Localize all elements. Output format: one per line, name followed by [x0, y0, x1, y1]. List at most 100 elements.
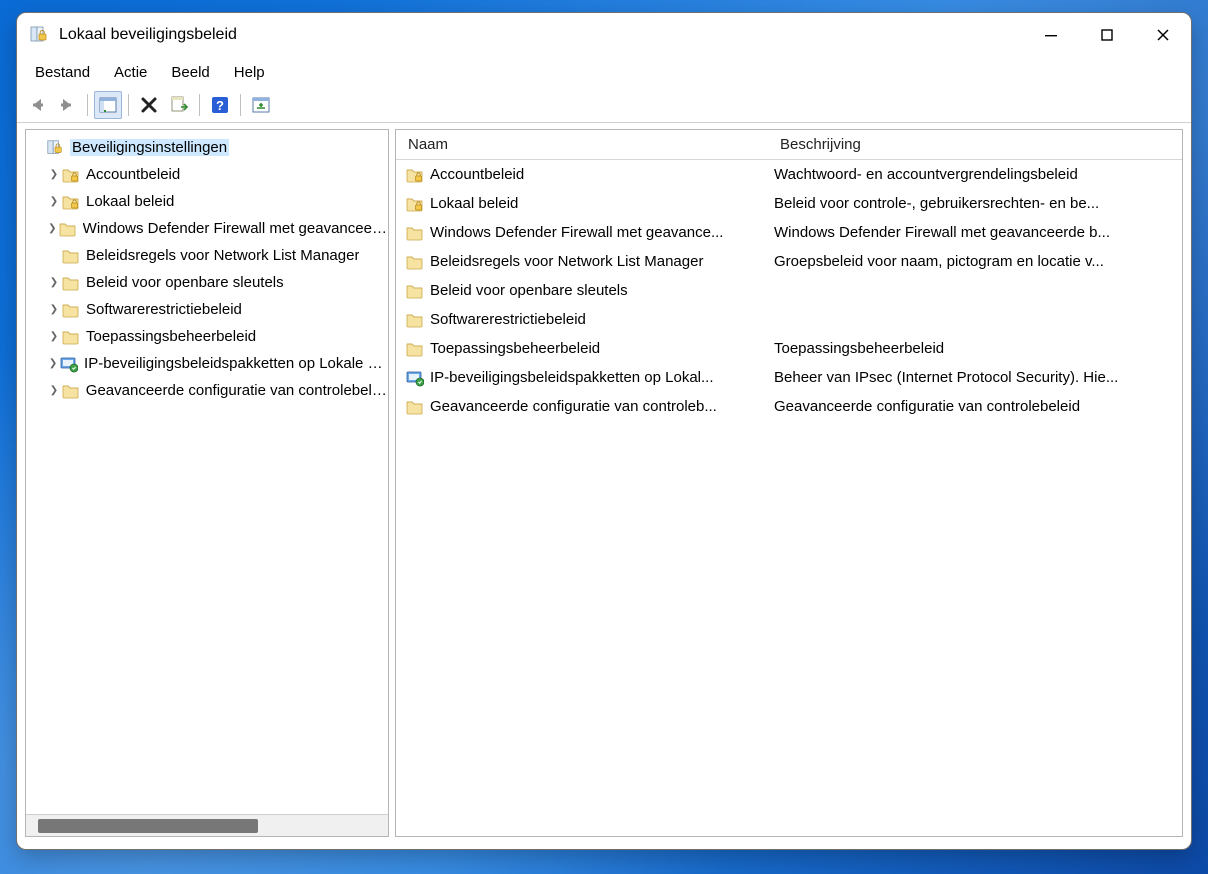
titlebar[interactable]: Lokaal beveiligingsbeleid	[17, 13, 1191, 57]
list-row-name: Beleid voor openbare sleutels	[430, 282, 774, 299]
scrollbar-thumb[interactable]	[38, 819, 258, 833]
show-hide-tree-button[interactable]	[94, 91, 122, 119]
export-list-button[interactable]	[165, 91, 193, 119]
window-title: Lokaal beveiligingsbeleid	[59, 26, 1023, 44]
list-row-name: Softwarerestrictiebeleid	[430, 311, 774, 328]
list-pane: Naam Beschrijving AccountbeleidWachtwoor…	[395, 129, 1183, 837]
expand-icon[interactable]: ❯	[46, 304, 62, 315]
list-row-description: Groepsbeleid voor naam, pictogram en loc…	[774, 253, 1182, 270]
list-row-description: Toepassingsbeheerbeleid	[774, 340, 1182, 357]
list-row[interactable]: Beleidsregels voor Network List ManagerG…	[396, 247, 1182, 276]
properties-button[interactable]	[247, 91, 275, 119]
folder-lock-icon	[406, 195, 424, 213]
list-row[interactable]: IP-beveiligingsbeleidspakketten op Lokal…	[396, 363, 1182, 392]
folder-lock-icon	[62, 166, 80, 184]
list-row-description: Windows Defender Firewall met geavanceer…	[774, 224, 1182, 241]
list-row-description: Beleid voor controle-, gebruikersrechten…	[774, 195, 1182, 212]
menu-help[interactable]: Help	[224, 60, 275, 85]
expand-icon[interactable]: ❯	[46, 358, 60, 369]
nav-back-button[interactable]	[23, 91, 51, 119]
close-button[interactable]	[1135, 13, 1191, 57]
list-row-description: Beheer van IPsec (Internet Protocol Secu…	[774, 369, 1182, 386]
window-buttons	[1023, 13, 1191, 57]
folder-icon	[406, 253, 424, 271]
tree-item[interactable]: ❯ Softwarerestrictiebeleid	[26, 296, 388, 323]
folder-icon	[62, 274, 80, 292]
tree-item-label: Softwarerestrictiebeleid	[86, 301, 242, 318]
list-body[interactable]: AccountbeleidWachtwoord- en accountvergr…	[396, 160, 1182, 836]
list-row-name: Beleidsregels voor Network List Manager	[430, 253, 774, 270]
column-header-description[interactable]: Beschrijving	[768, 136, 1182, 153]
tree-item-label: Beleid voor openbare sleutels	[86, 274, 284, 291]
list-row-name: Toepassingsbeheerbeleid	[430, 340, 774, 357]
toolbar-separator	[240, 94, 241, 116]
list-row-name: IP-beveiligingsbeleidspakketten op Lokal…	[430, 369, 774, 386]
folder-icon	[62, 247, 80, 265]
tree-item-label: Lokaal beleid	[86, 193, 174, 210]
folder-lock-icon	[62, 193, 80, 211]
expand-icon[interactable]: ❯	[46, 223, 59, 234]
tree-item[interactable]: ❯ Toepassingsbeheerbeleid	[26, 323, 388, 350]
ipsec-icon	[60, 355, 78, 373]
tree-item[interactable]: ❯ Beleid voor openbare sleutels	[26, 269, 388, 296]
folder-icon	[406, 224, 424, 242]
toolbar	[17, 87, 1191, 123]
toolbar-separator	[199, 94, 200, 116]
list-row-name: Lokaal beleid	[430, 195, 774, 212]
tree-item[interactable]: ❯ Geavanceerde configuratie van controleb…	[26, 377, 388, 404]
folder-lock-icon	[406, 166, 424, 184]
folder-icon	[59, 220, 77, 238]
column-header-name[interactable]: Naam	[396, 136, 768, 153]
tree-item[interactable]: ❯ IP-beveiligingsbeleidspakketten op Loka…	[26, 350, 388, 377]
minimize-button[interactable]	[1023, 13, 1079, 57]
list-row[interactable]: Windows Defender Firewall met geavance..…	[396, 218, 1182, 247]
list-row-description: Wachtwoord- en accountvergrendelingsbele…	[774, 166, 1182, 183]
security-settings-icon	[46, 139, 64, 157]
ipsec-icon	[406, 369, 424, 387]
toolbar-separator	[128, 94, 129, 116]
delete-button[interactable]	[135, 91, 163, 119]
list-row-name: Accountbeleid	[430, 166, 774, 183]
list-row[interactable]: AccountbeleidWachtwoord- en accountvergr…	[396, 160, 1182, 189]
folder-icon	[406, 282, 424, 300]
list-row-name: Windows Defender Firewall met geavance..…	[430, 224, 774, 241]
tree-item[interactable]: ❯Windows Defender Firewall met geavancee…	[26, 215, 388, 242]
list-row[interactable]: Beleid voor openbare sleutels	[396, 276, 1182, 305]
folder-icon	[406, 398, 424, 416]
list-row[interactable]: Lokaal beleidBeleid voor controle-, gebr…	[396, 189, 1182, 218]
list-row-name: Geavanceerde configuratie van controleb.…	[430, 398, 774, 415]
expand-icon[interactable]: ❯	[46, 331, 62, 342]
toolbar-separator	[87, 94, 88, 116]
menubar: Bestand Actie Beeld Help	[17, 57, 1191, 87]
expand-icon[interactable]: ❯	[46, 169, 62, 180]
tree-item-label: Geavanceerde configuratie van controlebe…	[86, 382, 388, 399]
tree-item-label: Beleidsregels voor Network List Manager	[86, 247, 359, 264]
tree-item[interactable]: Beleidsregels voor Network List Manager	[26, 242, 388, 269]
tree-pane: Beveiligingsinstellingen ❯Accountbeleid❯…	[25, 129, 389, 837]
content-area: Beveiligingsinstellingen ❯Accountbeleid❯…	[17, 123, 1191, 849]
menu-beeld[interactable]: Beeld	[161, 60, 219, 85]
horizontal-scrollbar[interactable]	[26, 814, 388, 836]
folder-icon	[406, 311, 424, 329]
list-row-description: Geavanceerde configuratie van controlebe…	[774, 398, 1182, 415]
tree-item[interactable]: ❯Accountbeleid	[26, 161, 388, 188]
help-button[interactable]	[206, 91, 234, 119]
menu-actie[interactable]: Actie	[104, 60, 157, 85]
tree-item-label: Toepassingsbeheerbeleid	[86, 328, 256, 345]
tree-item[interactable]: ❯ Lokaal beleid	[26, 188, 388, 215]
maximize-button[interactable]	[1079, 13, 1135, 57]
folder-icon	[62, 382, 80, 400]
expand-icon[interactable]: ❯	[46, 277, 62, 288]
tree-root[interactable]: Beveiligingsinstellingen	[26, 134, 388, 161]
menu-bestand[interactable]: Bestand	[25, 60, 100, 85]
list-row[interactable]: Softwarerestrictiebeleid	[396, 305, 1182, 334]
main-window: Lokaal beveiligingsbeleid Bestand Actie …	[16, 12, 1192, 850]
folder-icon	[406, 340, 424, 358]
list-row[interactable]: ToepassingsbeheerbeleidToepassingsbeheer…	[396, 334, 1182, 363]
list-row[interactable]: Geavanceerde configuratie van controleb.…	[396, 392, 1182, 421]
nav-forward-button[interactable]	[53, 91, 81, 119]
tree-item-label: IP-beveiligingsbeleidspakketten op Lokal…	[84, 355, 388, 372]
expand-icon[interactable]: ❯	[46, 196, 62, 207]
tree-view[interactable]: Beveiligingsinstellingen ❯Accountbeleid❯…	[26, 130, 388, 814]
expand-icon[interactable]: ❯	[46, 385, 62, 396]
